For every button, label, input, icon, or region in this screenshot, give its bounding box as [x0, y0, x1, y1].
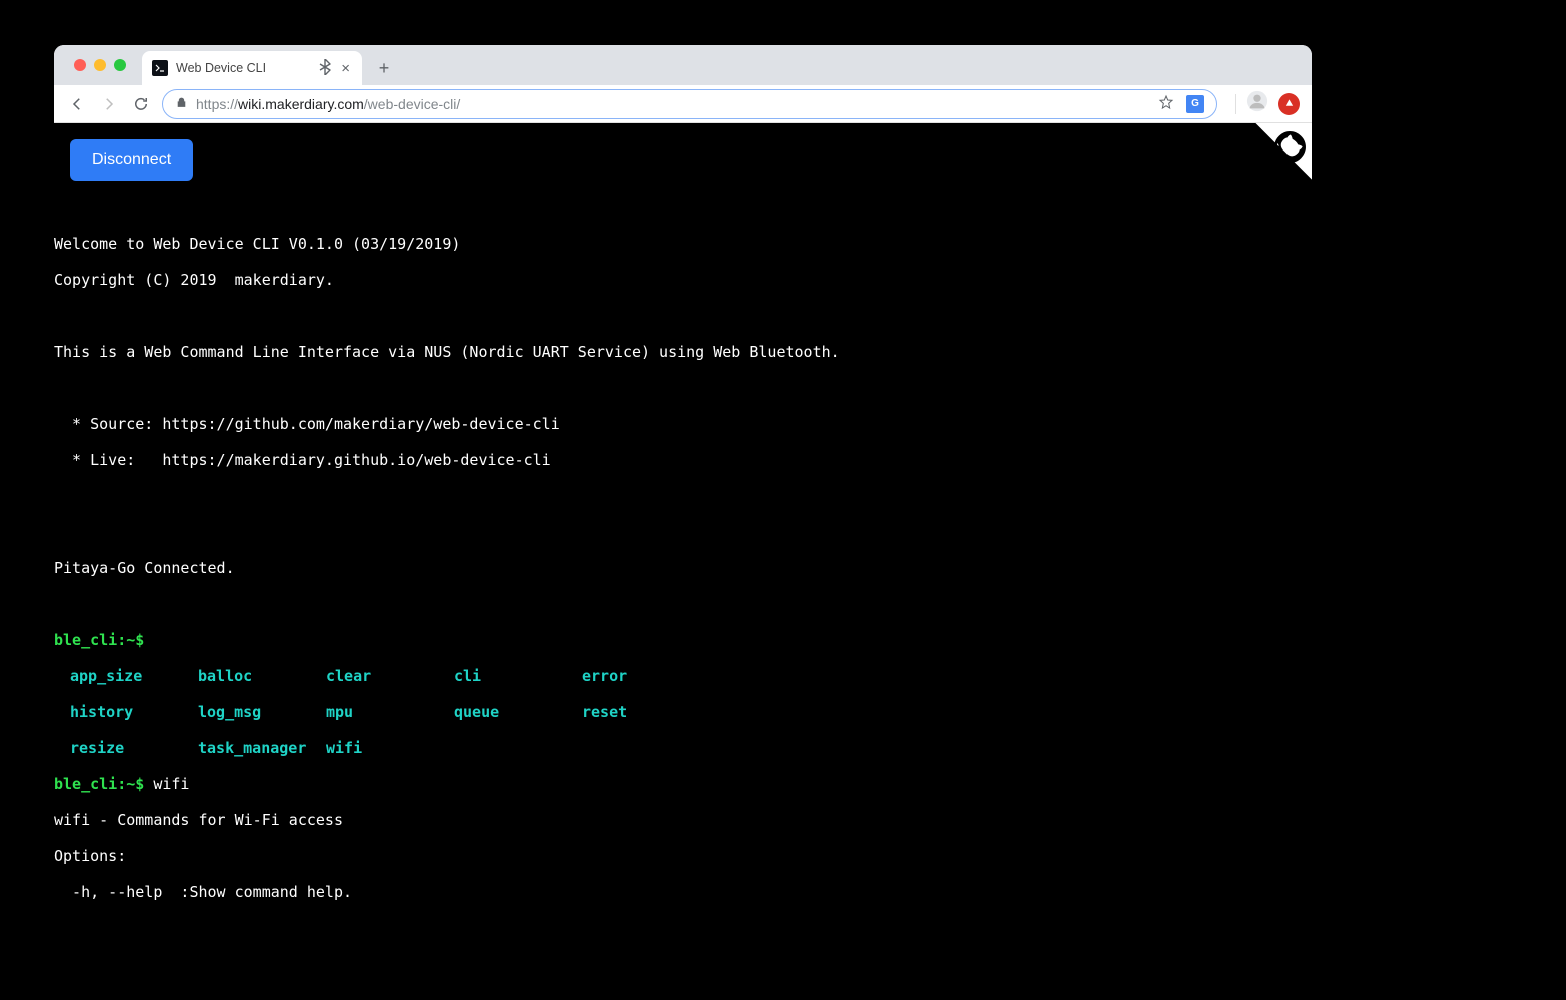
term-blank	[54, 595, 1312, 613]
wifi-help-line: Options:	[54, 847, 1312, 865]
window-minimize-button[interactable]	[94, 59, 106, 71]
cmd-list-row: app_sizeballocclearclierror	[54, 667, 1312, 685]
reload-button[interactable]	[130, 93, 152, 115]
cmd-item: log_msg	[198, 703, 326, 721]
cmd-item: reset	[582, 703, 710, 721]
term-welcome: Welcome to Web Device CLI V0.1.0 (03/19/…	[54, 235, 1312, 253]
term-prompt-wifi: ble_cli:~$ wifi	[54, 775, 1312, 793]
cmd-item: task_manager	[198, 739, 326, 757]
cmd-item: app_size	[70, 667, 198, 685]
typed-command: wifi	[144, 775, 189, 793]
url-host: wiki.makerdiary.com	[238, 96, 364, 112]
wifi-help-line: -h, --help :Show command help.	[54, 883, 1312, 901]
term-blank	[54, 487, 1312, 505]
back-button[interactable]	[66, 93, 88, 115]
cmd-item: wifi	[326, 739, 454, 757]
tab-strip: Web Device CLI × +	[54, 45, 1312, 85]
cmd-item: queue	[454, 703, 582, 721]
terminal-output[interactable]: Welcome to Web Device CLI V0.1.0 (03/19/…	[54, 217, 1312, 915]
cmd-list-row: historylog_msgmpuqueuereset	[54, 703, 1312, 721]
window-maximize-button[interactable]	[114, 59, 126, 71]
toolbar-right	[1235, 90, 1300, 117]
wifi-help-line: wifi - Commands for Wi-Fi access	[54, 811, 1312, 829]
prompt: ble_cli:~$	[54, 631, 144, 649]
toolbar-divider	[1235, 94, 1236, 114]
cmd-item: error	[582, 667, 710, 685]
new-tab-button[interactable]: +	[370, 54, 398, 82]
term-live: * Live: https://makerdiary.github.io/web…	[54, 451, 1312, 469]
cmd-item: resize	[70, 739, 198, 757]
cmd-item: balloc	[198, 667, 326, 685]
favicon-terminal-icon	[152, 60, 168, 76]
browser-toolbar: https://wiki.makerdiary.com/web-device-c…	[54, 85, 1312, 123]
profile-avatar-icon[interactable]	[1246, 90, 1268, 117]
cmd-list-row: resizetask_managerwifi	[54, 739, 1312, 757]
translate-icon[interactable]: G	[1186, 95, 1204, 113]
address-bar[interactable]: https://wiki.makerdiary.com/web-device-c…	[162, 89, 1217, 119]
bluetooth-indicator-icon	[319, 59, 331, 78]
cmd-item: cli	[454, 667, 582, 685]
term-blank	[54, 307, 1312, 325]
prompt: ble_cli:~$	[54, 775, 144, 793]
disconnect-button[interactable]: Disconnect	[70, 139, 193, 181]
window-controls	[64, 45, 136, 85]
cmd-item: clear	[326, 667, 454, 685]
page-content: Disconnect Welcome to Web Device CLI V0.…	[54, 123, 1312, 915]
tab-title: Web Device CLI	[176, 61, 311, 75]
url-text: https://wiki.makerdiary.com/web-device-c…	[196, 96, 460, 112]
github-corner-link[interactable]	[1232, 123, 1312, 203]
forward-button[interactable]	[98, 93, 120, 115]
extension-icon[interactable]	[1278, 93, 1300, 115]
tab-close-button[interactable]: ×	[339, 60, 352, 77]
term-desc: This is a Web Command Line Interface via…	[54, 343, 1312, 361]
lock-icon	[175, 96, 188, 112]
term-prompt-empty: ble_cli:~$	[54, 631, 1312, 649]
cmd-item: mpu	[326, 703, 454, 721]
browser-window: Web Device CLI × + https://wiki.makerdia…	[54, 45, 1312, 915]
bookmark-star-icon[interactable]	[1158, 94, 1174, 113]
term-source: * Source: https://github.com/makerdiary/…	[54, 415, 1312, 433]
window-close-button[interactable]	[74, 59, 86, 71]
term-blank	[54, 523, 1312, 541]
url-protocol: https://	[196, 96, 238, 112]
term-blank	[54, 379, 1312, 397]
term-connected: Pitaya-Go Connected.	[54, 559, 1312, 577]
term-copyright: Copyright (C) 2019 makerdiary.	[54, 271, 1312, 289]
cmd-item: history	[70, 703, 198, 721]
browser-tab[interactable]: Web Device CLI ×	[142, 51, 362, 85]
url-path: /web-device-cli/	[364, 96, 460, 112]
